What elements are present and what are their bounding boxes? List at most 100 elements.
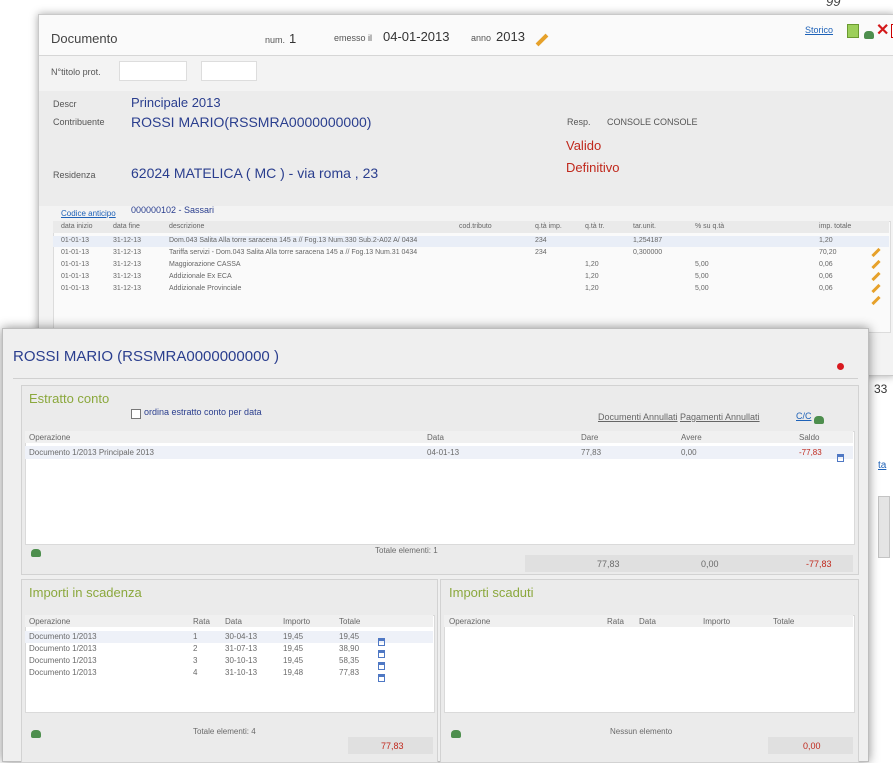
estratto-title: Estratto conto <box>29 391 110 406</box>
estratto-popup: ROSSI MARIO (RSSMRA0000000000 ) Estratto… <box>2 328 869 763</box>
scadenza-cell: 19,45 <box>339 632 360 641</box>
scadenza-header-cell: Rata <box>193 617 210 626</box>
grid-cell: 31-12-13 <box>113 285 142 292</box>
row-edit-pencil-icon[interactable] <box>871 289 881 307</box>
resid-value: 62024 MATELICA ( MC ) - via roma , 23 <box>131 165 379 181</box>
grid-cell: 01-01-13 <box>61 237 90 244</box>
descr-value: Principale 2013 <box>131 95 221 110</box>
scadenza-cell: 31-07-13 <box>225 644 258 653</box>
grid-cell: 1,20 <box>819 237 833 244</box>
estratto-header-cell: Saldo <box>799 433 820 442</box>
total-saldo: -77,83 <box>806 559 832 569</box>
anno-value: 2013 <box>496 29 525 44</box>
calendar-icon[interactable] <box>378 669 385 687</box>
scadenza-cell: Documento 1/2013 <box>29 644 97 653</box>
scadenza-cell: 4 <box>193 668 198 677</box>
grid-cell: 1,20 <box>585 285 599 292</box>
save-icon[interactable] <box>847 24 859 38</box>
estratto-cell: -77,83 <box>799 448 822 457</box>
grid-cell: 70,20 <box>819 249 837 256</box>
scaduti-settings-icon[interactable] <box>451 725 461 743</box>
scadenza-cell: 19,45 <box>283 656 304 665</box>
grid-cell: 5,00 <box>695 273 709 280</box>
grid-cell: 01-01-13 <box>61 273 90 280</box>
status-valido: Valido <box>566 138 602 153</box>
nprot-label: N°titolo prot. <box>51 67 101 77</box>
grid-cell: 01-01-13 <box>61 261 90 268</box>
edit-pencil-icon[interactable] <box>535 29 549 47</box>
estratto-cell: 04-01-13 <box>427 448 460 457</box>
estratto-header-cell: Dare <box>581 433 599 442</box>
cc-settings-icon[interactable] <box>814 411 824 429</box>
scaduti-header-cell: Data <box>639 617 656 626</box>
estratto-cell: 0,00 <box>681 448 697 457</box>
cc-link[interactable]: C/C <box>796 411 812 421</box>
total-dare: 77,83 <box>597 559 620 569</box>
scadenza-cell: 2 <box>193 644 198 653</box>
scadenza-cell: 3 <box>193 656 198 665</box>
scadenza-cell: 30-10-13 <box>225 656 258 665</box>
grid-cell: 31-12-13 <box>113 261 142 268</box>
estratto-totals-bar <box>525 555 853 572</box>
scadenza-cell: 58,35 <box>339 656 360 665</box>
scadenza-cell: 19,45 <box>283 632 304 641</box>
scadenza-header-cell: Importo <box>283 617 311 626</box>
grid-header-cell: q.tà tr. <box>585 223 605 230</box>
scaduti-total: 0,00 <box>803 741 821 751</box>
grid-header-cell: imp. totale <box>819 223 852 230</box>
scadenza-cell: 77,83 <box>339 668 360 677</box>
grid-header-cell: data inizio <box>61 223 93 230</box>
estratto-cell: Documento 1/2013 Principale 2013 <box>29 448 154 457</box>
close-icon[interactable]: ✕ <box>876 20 889 40</box>
grid-cell: 234 <box>535 249 547 256</box>
estratto-header-cell: Avere <box>681 433 702 442</box>
grid-cell: 01-01-13 <box>61 249 90 256</box>
storico-link[interactable]: Storico <box>805 25 833 35</box>
codice-link[interactable]: Codice anticipo <box>61 209 116 218</box>
scaduti-header-cell: Operazione <box>449 617 491 626</box>
scaduti-footer: Nessun elemento <box>610 727 673 736</box>
estratto-header-cell: Data <box>427 433 444 442</box>
grid-cell: Tariffa servizi - Dom.043 Salita Alla to… <box>169 249 418 256</box>
popup-title-divider <box>13 378 858 379</box>
scadenza-settings-icon[interactable] <box>31 725 41 743</box>
grid-cell: 01-01-13 <box>61 285 90 292</box>
contrib-label: Contribuente <box>53 117 105 127</box>
scaduti-header-cell: Importo <box>703 617 731 626</box>
scadenza-cell: 38,90 <box>339 644 360 653</box>
pagamenti-annullati-link[interactable]: Pagamenti Annullati <box>680 412 760 422</box>
edge-link[interactable]: ta <box>878 460 886 471</box>
nprot-field-2[interactable] <box>201 61 257 81</box>
num-label: num. <box>265 35 286 45</box>
calendar-icon[interactable] <box>837 449 844 467</box>
estratto-header-cell: Operazione <box>29 433 71 442</box>
grid-cell: Addizionale Provinciale <box>169 285 242 292</box>
document-window: Documento num. 1 emesso il 04-01-2013 an… <box>38 14 893 396</box>
grid-cell: 1,20 <box>585 261 599 268</box>
grid-cell: 31-12-13 <box>113 237 142 244</box>
documenti-annullati-link[interactable]: Documenti Annullati <box>598 412 678 422</box>
scadenza-header-cell: Data <box>225 617 242 626</box>
scaduti-title: Importi scaduti <box>449 585 534 600</box>
settings-icon[interactable] <box>864 26 874 44</box>
estratto-footer: Totale elementi: 1 <box>375 546 438 555</box>
estratto-cell: 77,83 <box>581 448 602 457</box>
grid-cell: Maggiorazione CASSA <box>169 261 241 268</box>
sort-checkbox[interactable] <box>131 409 141 419</box>
scadenza-cell: 19,45 <box>283 644 304 653</box>
grid-cell: 31-12-13 <box>113 249 142 256</box>
scaduti-header-cell: Totale <box>773 617 795 626</box>
grid-cell: 1,254187 <box>633 237 663 244</box>
estratto-settings-icon[interactable] <box>31 544 41 562</box>
grid-cell: 31-12-13 <box>113 273 142 280</box>
sort-checkbox-label: ordina estratto conto per data <box>144 407 262 417</box>
grid-cell: 1,20 <box>585 273 599 280</box>
nprot-field-1[interactable] <box>119 61 187 81</box>
resp-value: CONSOLE CONSOLE <box>607 117 698 127</box>
grid-cell: 5,00 <box>695 285 709 292</box>
resid-label: Residenza <box>53 170 96 180</box>
grid-header-cell: descrizione <box>169 223 205 230</box>
popup-close-icon[interactable] <box>837 357 844 375</box>
edge-scrollbar[interactable] <box>878 496 890 558</box>
grid-cell: 0,06 <box>819 273 833 280</box>
